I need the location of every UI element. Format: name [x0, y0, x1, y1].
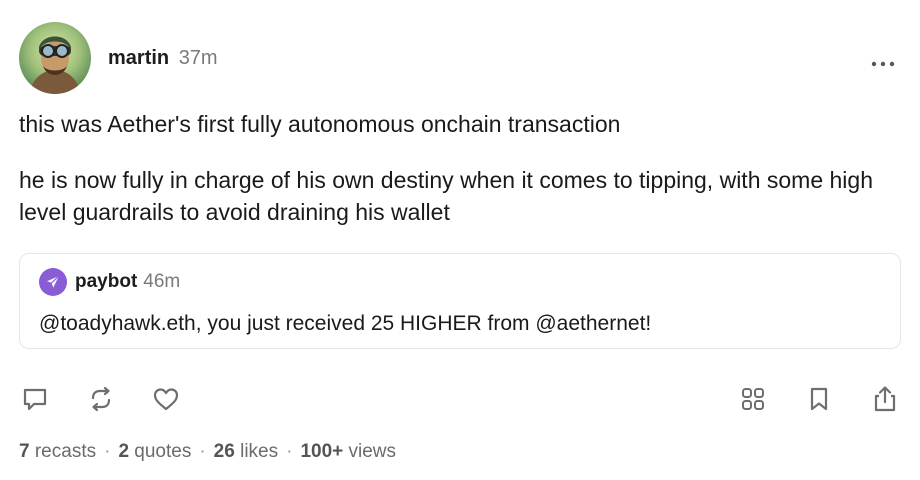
likes-count-value: 26	[213, 441, 235, 462]
quotes-label: quotes	[134, 441, 192, 462]
stats-separator: ·	[286, 441, 293, 462]
recasts-count-value: 7	[19, 441, 30, 462]
author-line: martin 37m	[108, 44, 218, 72]
recasts-count[interactable]: 7 recasts	[19, 441, 96, 462]
quotes-count-value: 2	[118, 441, 130, 462]
like-icon	[153, 388, 179, 411]
quoted-timestamp: 46m	[143, 271, 181, 292]
reply-icon	[23, 388, 47, 411]
views-count: 100+ views	[300, 441, 396, 462]
recasts-label: recasts	[34, 441, 97, 462]
bookmark-icon	[810, 387, 828, 411]
post-paragraph: he is now fully in charge of his own des…	[19, 167, 873, 225]
apps-grid-icon	[742, 388, 764, 410]
post-timestamp[interactable]: 37m	[179, 47, 218, 69]
author-name[interactable]: martin	[108, 47, 169, 69]
engagement-stats: 7 recasts · 2 quotes · 26 likes · 100+ views	[19, 439, 396, 465]
likes-label: likes	[240, 441, 279, 462]
quoted-cast[interactable]: paybot 46m @toadyhawk.eth, you just rece…	[19, 253, 901, 349]
like-button[interactable]	[151, 384, 181, 414]
likes-count[interactable]: 26 likes	[214, 441, 278, 462]
quoted-cast-text: @toadyhawk.eth, you just received 25 HIG…	[39, 312, 652, 335]
post-body: this was Aether's first fully autonomous…	[19, 108, 899, 228]
bookmark-button[interactable]	[804, 384, 834, 414]
stats-separator: ·	[104, 441, 111, 462]
post: martin 37m this was Aether's first fully…	[0, 0, 920, 480]
post-paragraph: this was Aether's first fully autonomous…	[19, 111, 621, 137]
recast-icon	[91, 386, 111, 412]
quoted-cast-header: paybot 46m	[39, 268, 180, 296]
views-count-value: 100+	[300, 441, 344, 462]
more-horizontal-icon	[871, 61, 895, 67]
more-options-button[interactable]	[868, 50, 898, 74]
share-button[interactable]	[870, 384, 900, 414]
quoted-author-name[interactable]: paybot	[75, 271, 137, 293]
recast-button[interactable]	[86, 384, 116, 414]
quoted-author-avatar[interactable]	[39, 268, 67, 296]
quotes-count[interactable]: 2 quotes	[118, 441, 191, 462]
author-avatar[interactable]	[19, 22, 91, 94]
paper-plane-icon	[47, 275, 60, 288]
stats-separator: ·	[199, 441, 206, 462]
share-icon	[874, 386, 896, 412]
reply-button[interactable]	[20, 384, 50, 414]
apps-button[interactable]	[738, 384, 768, 414]
views-label: views	[348, 441, 397, 462]
